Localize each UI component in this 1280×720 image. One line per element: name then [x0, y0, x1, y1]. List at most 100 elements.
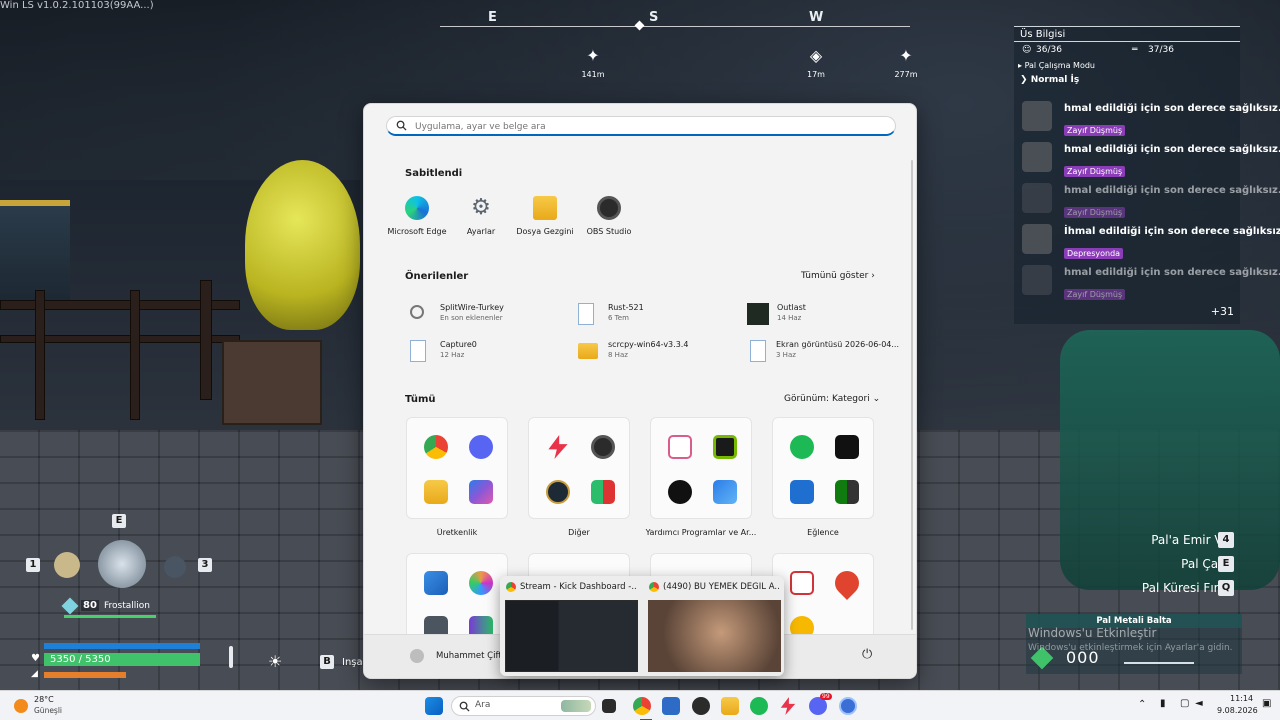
window-thumbnail[interactable]: (4490) BU YEMEK DEĞİL A... — [643, 576, 783, 676]
work-mode-value[interactable]: ❯ Normal İş — [1020, 75, 1079, 85]
pinned-obs[interactable]: OBS Studio — [574, 196, 644, 236]
pinned-settings[interactable]: ⚙ Ayarlar — [446, 195, 516, 237]
status-badge: Zayıf Düşmüş — [1064, 125, 1126, 136]
window-thumbnail[interactable]: Stream - Kick Dashboard -... — [500, 576, 640, 676]
chevron-up-icon[interactable]: ⌃ — [1138, 699, 1146, 710]
pal-name: Frostallion — [104, 601, 150, 611]
category-other[interactable] — [528, 417, 630, 519]
taskbar-search[interactable]: Ara — [451, 696, 596, 716]
recommended-item[interactable]: Outlast 14 Haz — [747, 299, 907, 331]
volume-icon[interactable]: ◄ — [1195, 698, 1203, 709]
recommended-item[interactable]: Ekran görüntüsü 2026-06-04... 3 Haz — [750, 336, 910, 368]
clock-time[interactable]: 11:14 — [1230, 694, 1253, 703]
bed-count: 37/36 — [1148, 45, 1174, 55]
compass-center-diamond-icon — [634, 20, 645, 31]
chrome-taskbar-icon[interactable] — [633, 697, 651, 715]
thumbnail-preview — [505, 600, 638, 672]
maps-pin-icon — [830, 566, 864, 600]
edge-icon — [405, 196, 429, 220]
weather-sun-icon[interactable] — [14, 699, 28, 713]
recommended-sub-text: 6 Tem — [608, 314, 629, 322]
pal-status-row[interactable]: hmal edildiği için son derece sağlıksız.… — [1014, 179, 1280, 219]
user-avatar[interactable] — [410, 649, 424, 663]
fence-post — [200, 280, 212, 400]
active-pal-icon — [98, 540, 146, 588]
pal-status-text: hmal edildiği için son derece sağlıksız. — [1064, 103, 1280, 114]
app-taskbar-icon[interactable] — [839, 697, 857, 715]
pal-status-text: hmal edildiği için son derece sağlıksız. — [1064, 267, 1280, 278]
network-icon[interactable]: ▢ — [1180, 698, 1189, 709]
pal-status-row[interactable]: hmal edildiği için son derece sağlıksız.… — [1014, 138, 1280, 178]
chrome-icon — [649, 582, 659, 592]
pal-count-icon: ☺ — [1022, 45, 1032, 55]
key-hint: 1 — [26, 558, 40, 572]
media-player-icon — [790, 480, 814, 504]
spotify-taskbar-icon[interactable] — [750, 697, 768, 715]
pal-status-row[interactable]: hmal edildiği için son derece sağlıksız.… — [1014, 97, 1280, 137]
pal-count: 36/36 — [1036, 45, 1062, 55]
key-hint: 3 — [198, 558, 212, 572]
pal-status-text: hmal edildiği için son derece sağlıksız. — [1064, 185, 1280, 196]
settings-gear-icon: ⚙ — [471, 195, 491, 220]
category-utilities[interactable] — [650, 417, 752, 519]
search-icon — [396, 120, 407, 131]
category-productivity[interactable] — [406, 417, 508, 519]
party-pal-icon — [54, 552, 80, 578]
recommended-item[interactable]: SplitWire-Turkey En son eklenenler — [410, 299, 570, 331]
league-icon — [546, 480, 570, 504]
scrollbar[interactable] — [911, 160, 913, 630]
marker-distance: 17m — [807, 70, 825, 79]
category-tile[interactable] — [406, 553, 508, 645]
app-group-icon — [591, 480, 615, 504]
epic-games-icon — [835, 435, 859, 459]
pal-status-row[interactable]: İhmal edildiği için son derece sağlıksız… — [1014, 220, 1280, 260]
bolt-icon — [548, 435, 568, 459]
pinned-file-explorer[interactable]: Dosya Gezgini — [510, 196, 580, 236]
pinned-label: Ayarlar — [466, 227, 496, 236]
user-name[interactable]: Muhammet Çiftci — [436, 651, 509, 661]
obs-taskbar-icon[interactable] — [692, 697, 710, 715]
base-info-title: Üs Bilgisi — [1020, 29, 1066, 40]
weather-temp[interactable]: 28°C — [34, 695, 54, 704]
pinned-label: OBS Studio — [586, 227, 632, 236]
chevron-right-icon: › — [871, 271, 875, 281]
category-entertainment[interactable] — [772, 417, 874, 519]
file-explorer-icon[interactable] — [721, 697, 739, 715]
store-icon[interactable] — [662, 697, 680, 715]
task-view-icon[interactable] — [602, 699, 616, 713]
app-icon — [469, 571, 493, 595]
notification-bell-icon[interactable]: ▣ — [1262, 698, 1271, 709]
chrome-icon — [424, 435, 448, 459]
activation-title: Windows'u Etkinleştir — [1028, 626, 1157, 640]
pal-status-row[interactable]: hmal edildiği için son derece sağlıksız.… — [1014, 261, 1280, 301]
recommended-item[interactable]: Capture0 12 Haz — [410, 336, 570, 368]
start-search-input[interactable] — [415, 119, 875, 134]
work-mode-label: ▸ Pal Çalışma Modu — [1018, 61, 1095, 70]
recommended-title-text: Ekran görüntüsü 2026-06-04... — [776, 340, 900, 349]
weather-desc[interactable]: Güneşli — [34, 706, 62, 715]
power-icon[interactable]: ⏻ — [862, 647, 872, 662]
windows-start-icon[interactable] — [425, 697, 443, 715]
health-value: 5350 / 5350 — [50, 654, 111, 665]
microphone-icon[interactable]: ▮ — [1160, 698, 1166, 709]
category-tile[interactable] — [772, 553, 874, 645]
all-apps-title: Tümü — [405, 394, 436, 405]
pal-creature — [245, 160, 360, 330]
divider — [1014, 41, 1240, 42]
recommended-title-text: SplitWire-Turkey — [440, 303, 504, 312]
recommended-sub-text: 14 Haz — [777, 314, 802, 322]
compass-east: E — [488, 10, 497, 25]
pal-portrait — [1022, 101, 1052, 131]
pinned-edge[interactable]: Microsoft Edge — [382, 196, 452, 236]
view-mode-dropdown[interactable]: Görünüm: Kategori ⌄ — [784, 394, 880, 404]
start-search-box[interactable] — [386, 116, 896, 136]
taskbar: 28°C Güneşli Ara 99 ⌃ ▮ ▢ ◄ 11:14 9.08.2… — [0, 690, 1280, 720]
show-all-button[interactable]: Tümünü göster › — [801, 271, 875, 281]
pal-portrait — [1022, 224, 1052, 254]
clock-date[interactable]: 9.08.2026 — [1217, 706, 1258, 715]
category-label: Yardımcı Programlar ve Ar... — [645, 528, 757, 537]
bolt-taskbar-icon[interactable] — [780, 697, 796, 715]
compass-line — [440, 26, 910, 27]
recommended-item[interactable]: Rust-521 6 Tem — [578, 299, 738, 331]
recommended-item[interactable]: scrcpy-win64-v3.3.4 8 Haz — [578, 336, 738, 368]
